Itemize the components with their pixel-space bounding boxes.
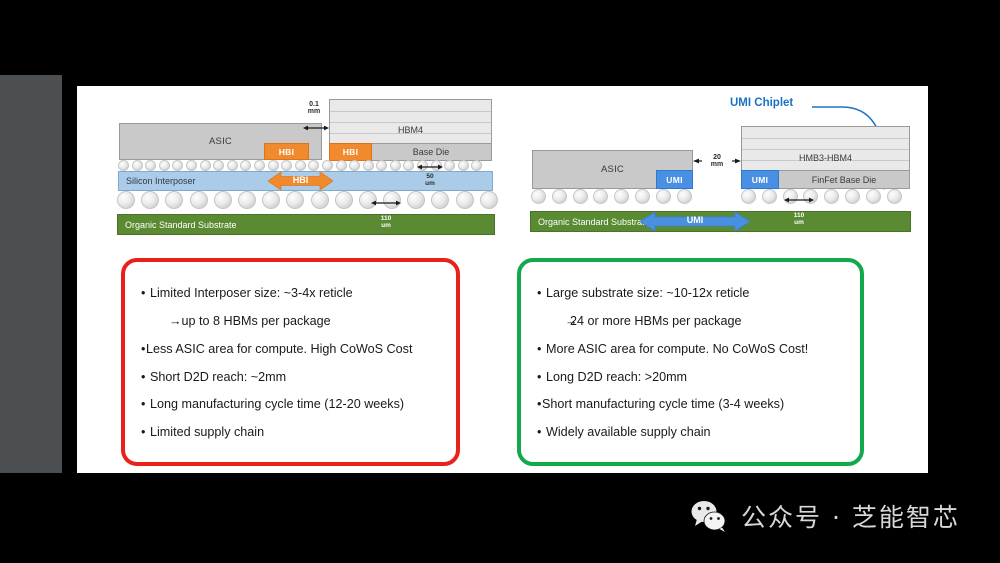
drawbacks-box-interposer: • Limited Interposer size: ~3-4x reticle … [121,258,460,466]
watermark-text: 公众号 · 芝能智芯 [741,503,960,532]
ballpitch-text-right: 110 um [784,212,814,227]
umi-chiplet-callout-label: UMI Chiplet [730,97,794,109]
umi-block-asic: UMI [656,170,693,189]
ballpitch-unit-left: um [381,221,391,229]
gap-dim-arrow-right [693,158,741,164]
bullet-text: Long manufacturing cycle time (12-20 wee… [150,397,405,412]
bullet-text: Short D2D reach: ~2mm [150,369,287,384]
bullet-text: Large substrate size: ~10-12x reticle [546,286,750,300]
ballpitch-arrow-right [784,197,814,203]
gap-dim-arrow-left [303,125,329,131]
bullet-marker: • [141,369,146,384]
umi-label-asic: UMI [666,174,683,185]
substrate-label-left: Organic Standard Substrate [125,219,237,230]
ballpitch-arrow-left [371,200,401,206]
solder-ball-row-right-a [531,189,694,204]
base-die-label-right: FinFet Base Die [811,174,877,185]
asic-label-left: ASIC [209,136,232,147]
organic-substrate-left: Organic Standard Substrate [117,214,495,235]
bullet-text: Long D2D reach: >20mm [546,369,688,384]
bullet-marker: • [537,341,542,356]
finfet-base-die: FinFet Base Die [778,170,910,189]
list-item: • Widely available supply chain [537,425,844,440]
diagram-interposer-hbi: HBM4 ASIC HBI Base Die HBI 0.1 mm Silico… [99,86,501,254]
gap-dim-unit-left: mm [307,108,321,116]
list-item: → up to 8 HBMs per package [141,314,440,329]
bullet-marker: • [537,286,542,300]
list-item: • Long manufacturing cycle time (12-20 we… [141,397,440,412]
bullet-text: Widely available supply chain [546,425,711,440]
ballpitch-text-left: 110 um [371,215,401,230]
bullet-marker: • [141,286,146,300]
umi-label-basedie: UMI [751,174,769,185]
microbump-pitch-unit: um [425,179,435,187]
list-item: • Long D2D reach: >20mm [537,370,844,385]
base-die-label-left: Base Die [412,147,450,157]
left-gray-panel [0,75,62,473]
list-item: • Large substrate size: ~10-12x reticle [537,286,844,301]
bullet-text: Limited supply chain [150,425,265,440]
list-item: • Short D2D reach: ~2mm [141,370,440,385]
bullet-text: up to 8 HBMs per package [181,313,331,328]
hbi-block-asic: HBI [264,143,309,160]
bullet-text: Less ASIC area for compute. High CoWoS C… [146,341,413,356]
hbm4-label: HBM4 [397,124,423,135]
hbi-label-basedie: HBI [342,147,359,157]
drawbacks-bullet-list: • Limited Interposer size: ~3-4x reticle … [125,286,456,453]
hbi-reach-label: HBI [292,175,309,185]
benefits-box-umi: • Large substrate size: ~10-12x reticle →… [517,258,864,466]
umi-block-basedie: UMI [741,170,779,189]
bullet-marker: • [537,425,542,440]
umi-reach-label: UMI [686,215,704,225]
bullet-marker: • [141,425,146,440]
wechat-icon [691,501,726,532]
list-item: • More ASIC area for compute. No CoWoS Co… [537,342,844,357]
list-item: • Limited supply chain [141,425,440,440]
hbm-label-right: HMB3-HBM4 [798,152,852,163]
substrate-label-right: Organic Standard Substrate [538,216,650,227]
bullet-text: 24 or more HBMs per package [570,313,742,328]
asic-label-right: ASIC [601,164,624,175]
list-item: •Less ASIC area for compute. High CoWoS … [141,342,440,357]
bullet-marker: • [537,369,542,384]
list-item: •Short manufacturing cycle time (3-4 wee… [537,397,844,412]
solder-ball-row-right-b [741,189,911,204]
slide-canvas: HBM4 ASIC HBI Base Die HBI 0.1 mm Silico… [77,86,928,473]
watermark: 公众号 · 芝能智芯 [690,498,960,534]
gap-dim-value-left: 0.1 [309,101,319,108]
ballpitch-unit-right: um [794,218,804,226]
hbi-block-basedie: HBI [329,143,372,161]
diagram-umi-substrate: UMI Chiplet HMB3-HBM4 ASIC UMI FinFet Ba… [512,86,912,254]
microbump-pitch-arrow [417,164,443,170]
bullet-text: Limited Interposer size: ~3-4x reticle [150,286,353,300]
list-item: • Limited Interposer size: ~3-4x reticle [141,286,440,301]
bullet-marker: → [169,313,182,328]
bullet-text: Short manufacturing cycle time (3-4 week… [542,397,785,412]
interposer-label: Silicon Interposer [126,176,196,186]
bullet-text: More ASIC area for compute. No CoWoS Cos… [546,341,809,356]
base-die-left: Base Die [370,143,492,161]
hbi-label-asic: HBI [278,146,295,157]
gap-dim-left: 0.1 mm [295,101,333,116]
screenshot-root: HBM4 ASIC HBI Base Die HBI 0.1 mm Silico… [0,0,1000,563]
benefits-bullet-list: • Large substrate size: ~10-12x reticle →… [521,286,860,453]
bullet-marker: • [141,397,146,412]
list-item: →24 or more HBMs per package [537,314,844,329]
microbump-pitch-text: 50 um [417,173,443,188]
solder-ball-row-left [117,191,498,209]
